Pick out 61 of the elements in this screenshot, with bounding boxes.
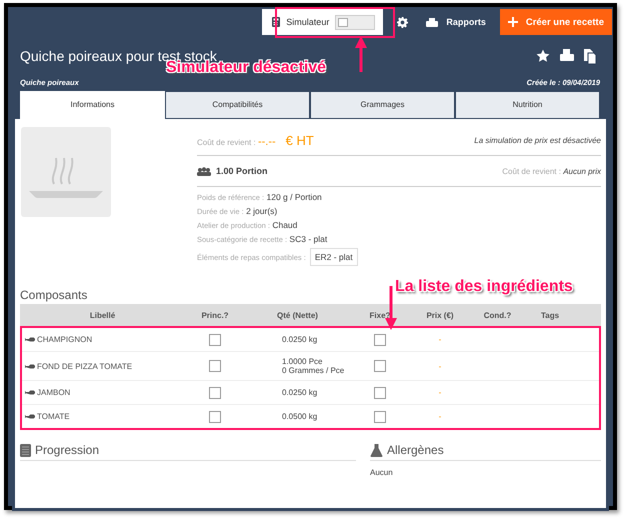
price: - — [438, 412, 442, 421]
ingredient-icon — [25, 390, 35, 395]
fixed-checkbox[interactable] — [374, 334, 386, 346]
column-header: Princ.? — [200, 310, 230, 320]
tab[interactable]: Compatibilités — [165, 91, 310, 119]
ingredient-name: JAMBON — [37, 388, 70, 397]
portion-count: 1.00 Portion — [216, 166, 268, 176]
copy-icon[interactable] — [584, 48, 596, 64]
column-header: Fixe? — [368, 310, 392, 320]
simulator-label: Simulateur — [286, 17, 330, 27]
arrow — [355, 36, 367, 72]
ingredient-icon — [25, 414, 35, 419]
meal-element-tag: ER2 - plat — [310, 248, 358, 266]
tab[interactable]: Informations — [20, 91, 165, 119]
main-checkbox[interactable] — [209, 360, 221, 372]
quantity: 0.0250 kg — [282, 335, 318, 344]
ingredient-icon — [25, 337, 35, 342]
flask-icon — [370, 444, 383, 456]
list-icon — [20, 444, 31, 456]
star-icon[interactable] — [536, 49, 550, 63]
quantity: 0.0250 kg — [282, 388, 318, 397]
reports-button[interactable]: Rapports — [426, 17, 496, 27]
fixed-checkbox[interactable] — [374, 410, 386, 422]
toggle-switch[interactable] — [335, 14, 376, 30]
section-title: Composants — [20, 288, 88, 302]
ingredient-icon — [25, 364, 35, 368]
simulator-toggle[interactable]: Simulateur — [262, 9, 384, 35]
plus-icon — [508, 17, 518, 27]
settings-icon[interactable] — [397, 16, 408, 28]
section-title: Progression — [35, 443, 100, 457]
quantity: 1.0000 Pce — [282, 357, 324, 366]
quantity: 0 Grammes / Pce — [282, 366, 346, 375]
cost-price: Coût de revient : --.-- € HT — [197, 132, 314, 148]
dish-placeholder-icon — [21, 127, 111, 217]
annotation: La liste des ingrédients — [395, 278, 573, 296]
ingredient-name: CHAMPIGNON — [37, 335, 92, 344]
printer-icon — [426, 18, 438, 26]
tab[interactable]: Nutrition — [455, 91, 600, 119]
main-checkbox[interactable] — [209, 410, 221, 422]
column-header: Libellé — [88, 310, 116, 320]
main-checkbox[interactable] — [209, 334, 221, 346]
fixed-checkbox[interactable] — [374, 386, 386, 398]
column-header: Prix (€) — [425, 310, 455, 320]
main-checkbox[interactable] — [209, 386, 221, 398]
allergens-value: Aucun — [370, 468, 394, 477]
column-header: Qté (Nette) — [276, 310, 319, 320]
quantity: 0.0500 kg — [282, 412, 318, 421]
tab[interactable]: Grammages — [310, 91, 455, 119]
section-title: Allergènes — [387, 443, 444, 457]
ingredient-name: FOND DE PIZZA TOMATE — [37, 362, 132, 370]
price: - — [438, 335, 442, 344]
ingredient-name: TOMATE — [37, 412, 70, 421]
fixed-checkbox[interactable] — [374, 360, 386, 372]
price: - — [438, 362, 442, 370]
column-header: Cond.? — [482, 310, 512, 320]
simulation-note: La simulation de prix est désactivée — [474, 136, 601, 144]
people-icon — [197, 166, 211, 176]
unit-cost: Coût de revient : Aucun prix — [502, 166, 601, 176]
printer-icon[interactable] — [560, 49, 574, 63]
price: - — [438, 388, 442, 397]
column-header: Tags — [540, 310, 560, 320]
